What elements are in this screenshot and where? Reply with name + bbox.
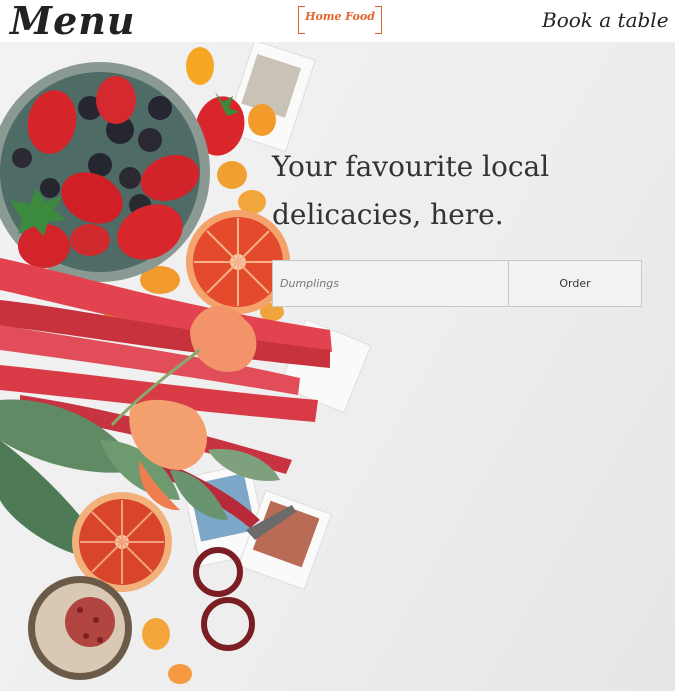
book-a-table-link[interactable]: Book a table: [542, 8, 669, 32]
order-button[interactable]: Order: [509, 261, 641, 306]
menu-link[interactable]: Menu: [10, 0, 136, 43]
hero-headline: Your favourite local delicacies, here.: [272, 150, 550, 231]
hero-section: Your favourite local delicacies, here. O…: [0, 42, 675, 691]
site-header: Menu Home Food Book a table: [0, 0, 675, 43]
peppercorn-bowl: [28, 576, 132, 680]
food-flatlay-image: [0, 42, 372, 684]
berry-bowl: [0, 62, 210, 282]
home-food-logo[interactable]: Home Food: [298, 6, 382, 34]
logo-text: Home Food: [305, 10, 375, 23]
dish-search-input[interactable]: [273, 261, 509, 306]
order-form: Order: [272, 260, 642, 307]
